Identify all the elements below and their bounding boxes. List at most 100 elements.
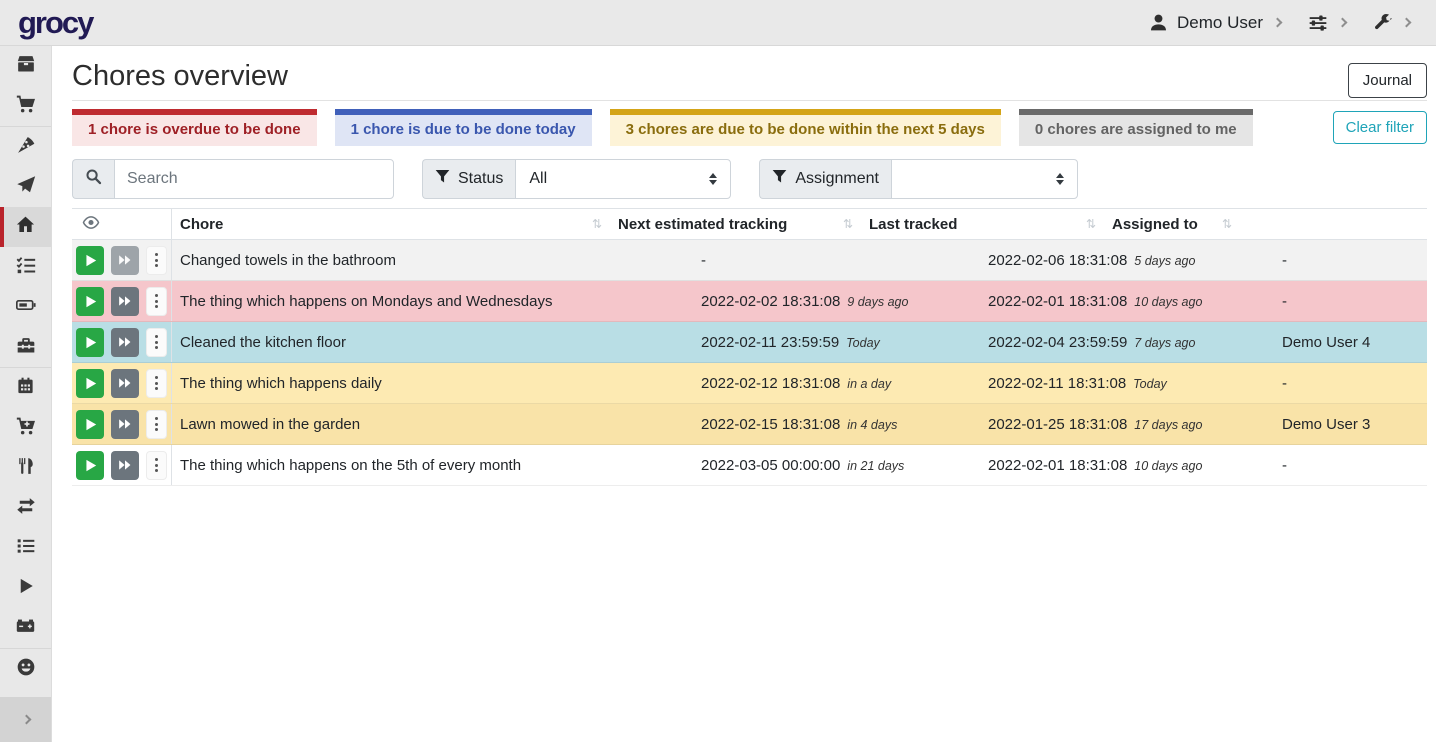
clear-filter-button[interactable]: Clear filter [1333, 111, 1427, 144]
select-arrows-icon [1056, 173, 1064, 185]
track-chore-button[interactable] [76, 287, 104, 316]
skip-chore-button[interactable] [111, 410, 139, 439]
last-tracked-relative: Today [1133, 377, 1167, 391]
search-input[interactable] [114, 159, 394, 199]
sidebar-item-chore-tracking[interactable] [0, 568, 51, 608]
header-assigned-to[interactable]: Assigned to ⇅ [1104, 209, 1240, 239]
table-row: Lawn mowed in the garden 2022-02-15 18:3… [72, 404, 1427, 445]
settings-sliders-icon [1308, 13, 1328, 33]
paper-plane-icon [16, 175, 36, 200]
table-row: Cleaned the kitchen floor 2022-02-11 23:… [72, 322, 1427, 363]
last-tracked-date: 2022-02-11 18:31:08 [988, 375, 1126, 392]
status-banners: 1 chore is overdue to be done 1 chore is… [72, 109, 1427, 146]
banner-due-soon[interactable]: 3 chores are due to be done within the n… [610, 109, 1001, 146]
sidebar-item-equipment[interactable] [0, 327, 51, 367]
sort-icon: ⇅ [843, 217, 853, 231]
more-actions-button[interactable] [146, 369, 167, 398]
settings-menu[interactable] [1308, 13, 1346, 33]
sidebar-item-calendar[interactable] [0, 368, 51, 408]
sidebar [0, 46, 52, 742]
next-tracking-date: 2022-03-05 00:00:00 [701, 457, 840, 474]
user-menu[interactable]: Demo User [1149, 13, 1281, 33]
sidebar-item-meal-plan[interactable] [0, 167, 51, 207]
battery-icon [15, 295, 37, 320]
next-tracking-date: 2022-02-12 18:31:08 [701, 375, 840, 392]
admin-menu[interactable] [1373, 13, 1410, 32]
filter-icon [435, 169, 450, 189]
table-row: The thing which happens daily 2022-02-12… [72, 363, 1427, 404]
last-tracked-date: 2022-02-06 18:31:08 [988, 252, 1127, 269]
next-tracking-date: 2022-02-11 23:59:59 [701, 334, 839, 351]
next-tracking-relative: in a day [847, 377, 891, 391]
assigned-to-value: Demo User 3 [1274, 416, 1427, 433]
track-chore-button[interactable] [76, 246, 104, 275]
header-last-tracked[interactable]: Last tracked ⇅ [861, 209, 1104, 239]
more-actions-button[interactable] [146, 451, 167, 480]
skip-chore-button[interactable] [111, 287, 139, 316]
search-icon [85, 168, 102, 190]
list-icon [16, 536, 36, 561]
car-battery-icon [15, 616, 36, 640]
status-filter-label: Status [422, 159, 515, 199]
next-tracking-relative: in 21 days [847, 459, 904, 473]
assigned-to-value: - [1274, 252, 1427, 269]
sidebar-item-stock[interactable] [0, 46, 51, 86]
skip-chore-button[interactable] [111, 246, 139, 275]
sidebar-item-transfer[interactable] [0, 488, 51, 528]
sidebar-item-shopping-list[interactable] [0, 86, 51, 126]
status-select[interactable]: All [515, 159, 731, 199]
sidebar-item-tasks[interactable] [0, 247, 51, 287]
track-chore-button[interactable] [76, 369, 104, 398]
table-row: The thing which happens on Mondays and W… [72, 281, 1427, 322]
banner-due-today[interactable]: 1 chore is due to be done today [335, 109, 592, 146]
more-actions-button[interactable] [146, 328, 167, 357]
sidebar-item-purchase[interactable] [0, 408, 51, 448]
select-arrows-icon [709, 173, 717, 185]
main-content: Chores overview Journal 1 chore is overd… [52, 46, 1436, 742]
sidebar-item-inventory[interactable] [0, 528, 51, 568]
status-select-value: All [529, 170, 547, 188]
banner-assigned-to-me[interactable]: 0 chores are assigned to me [1019, 109, 1253, 146]
chore-name: Cleaned the kitchen floor [172, 334, 693, 351]
journal-button[interactable]: Journal [1348, 63, 1427, 98]
header-next-estimated-tracking[interactable]: Next estimated tracking ⇅ [610, 209, 861, 239]
sidebar-item-recipes[interactable] [0, 127, 51, 167]
search-prepend [72, 159, 114, 199]
search-group [72, 159, 394, 199]
chores-table: Chore ⇅ Next estimated tracking ⇅ Last t… [72, 208, 1427, 486]
track-chore-button[interactable] [76, 451, 104, 480]
assignment-select[interactable] [891, 159, 1078, 199]
title-divider [72, 100, 1427, 101]
skip-chore-button[interactable] [111, 328, 139, 357]
next-tracking-date: 2022-02-02 18:31:08 [701, 293, 840, 310]
column-visibility-button[interactable] [72, 209, 172, 239]
pizza-slice-icon [16, 135, 36, 160]
more-actions-button[interactable] [146, 410, 167, 439]
assigned-to-value: Demo User 4 [1274, 334, 1427, 351]
sidebar-item-user-entities[interactable] [0, 649, 51, 689]
chore-name: The thing which happens on the 5th of ev… [172, 457, 693, 474]
more-actions-button[interactable] [146, 246, 167, 275]
play-icon [17, 577, 35, 600]
track-chore-button[interactable] [76, 410, 104, 439]
banner-overdue[interactable]: 1 chore is overdue to be done [72, 109, 317, 146]
last-tracked-relative: 5 days ago [1134, 254, 1195, 268]
skip-chore-button[interactable] [111, 369, 139, 398]
sidebar-item-consume[interactable] [0, 448, 51, 488]
sidebar-item-battery-tracking[interactable] [0, 608, 51, 648]
sidebar-expand-button[interactable] [0, 697, 51, 742]
more-actions-button[interactable] [146, 287, 167, 316]
skip-chore-button[interactable] [111, 451, 139, 480]
header-chore[interactable]: Chore ⇅ [172, 209, 610, 239]
next-tracking-relative: Today [846, 336, 880, 350]
track-chore-button[interactable] [76, 328, 104, 357]
user-menu-label: Demo User [1177, 13, 1263, 33]
assigned-to-value: - [1274, 375, 1427, 392]
sidebar-item-chores[interactable] [0, 207, 51, 247]
sidebar-item-batteries[interactable] [0, 287, 51, 327]
grocy-logo[interactable]: grocy [18, 5, 92, 41]
chevron-right-icon [22, 715, 32, 725]
sort-icon: ⇅ [1086, 217, 1096, 231]
assignment-filter-group: Assignment [759, 159, 1078, 199]
utensils-icon [17, 456, 35, 481]
